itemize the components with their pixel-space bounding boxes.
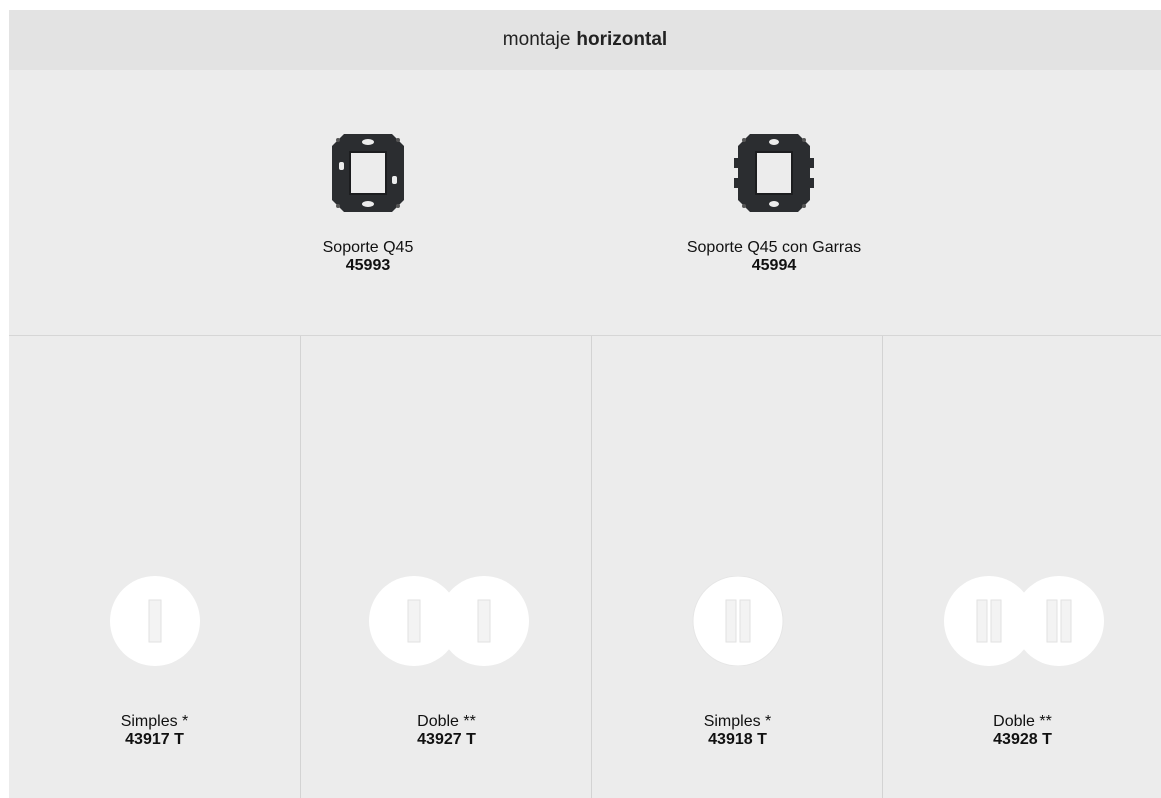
plate-code: 43918 T [708, 731, 767, 748]
support-name: Soporte Q45 [322, 239, 414, 256]
plate-code: 43917 T [125, 731, 184, 748]
plate-item-43927t: Doble ** 43927 T [300, 336, 592, 798]
support-code: 45993 [345, 257, 391, 274]
catalog-panel: montaje horizontal Soporte Q45 45993 Sop… [9, 10, 1161, 798]
double-plate-one-slot-icon [369, 576, 529, 666]
plate-name: Simples * [120, 713, 189, 730]
header-emphasis: horizontal [576, 29, 668, 50]
single-plate-one-slot-icon [110, 576, 200, 666]
supports-row: Soporte Q45 45993 Soporte Q45 con Garras [9, 70, 1161, 336]
support-name: Soporte Q45 con Garras [686, 239, 862, 256]
double-plate-two-slot-icon [944, 576, 1104, 666]
plate-item-43928t: Doble ** 43928 T [882, 336, 1161, 798]
plate-name: Simples * [703, 713, 772, 730]
plate-name: Doble ** [993, 713, 1052, 730]
single-plate-two-slot-icon [692, 576, 784, 666]
mounting-frame-icon [332, 134, 404, 212]
plates-row: Simples * 43917 T Doble ** 43927 T Simpl… [9, 336, 1161, 798]
support-code: 45994 [751, 257, 797, 274]
plate-code: 43928 T [993, 731, 1052, 748]
plate-item-43917t: Simples * 43917 T [9, 336, 300, 798]
plate-item-43918t: Simples * 43918 T [591, 336, 883, 798]
header-prefix: montaje [502, 29, 571, 50]
plate-name: Doble ** [417, 713, 476, 730]
mounting-frame-claws-icon [734, 134, 814, 212]
section-header: montaje horizontal [9, 10, 1161, 70]
plate-code: 43927 T [417, 731, 476, 748]
